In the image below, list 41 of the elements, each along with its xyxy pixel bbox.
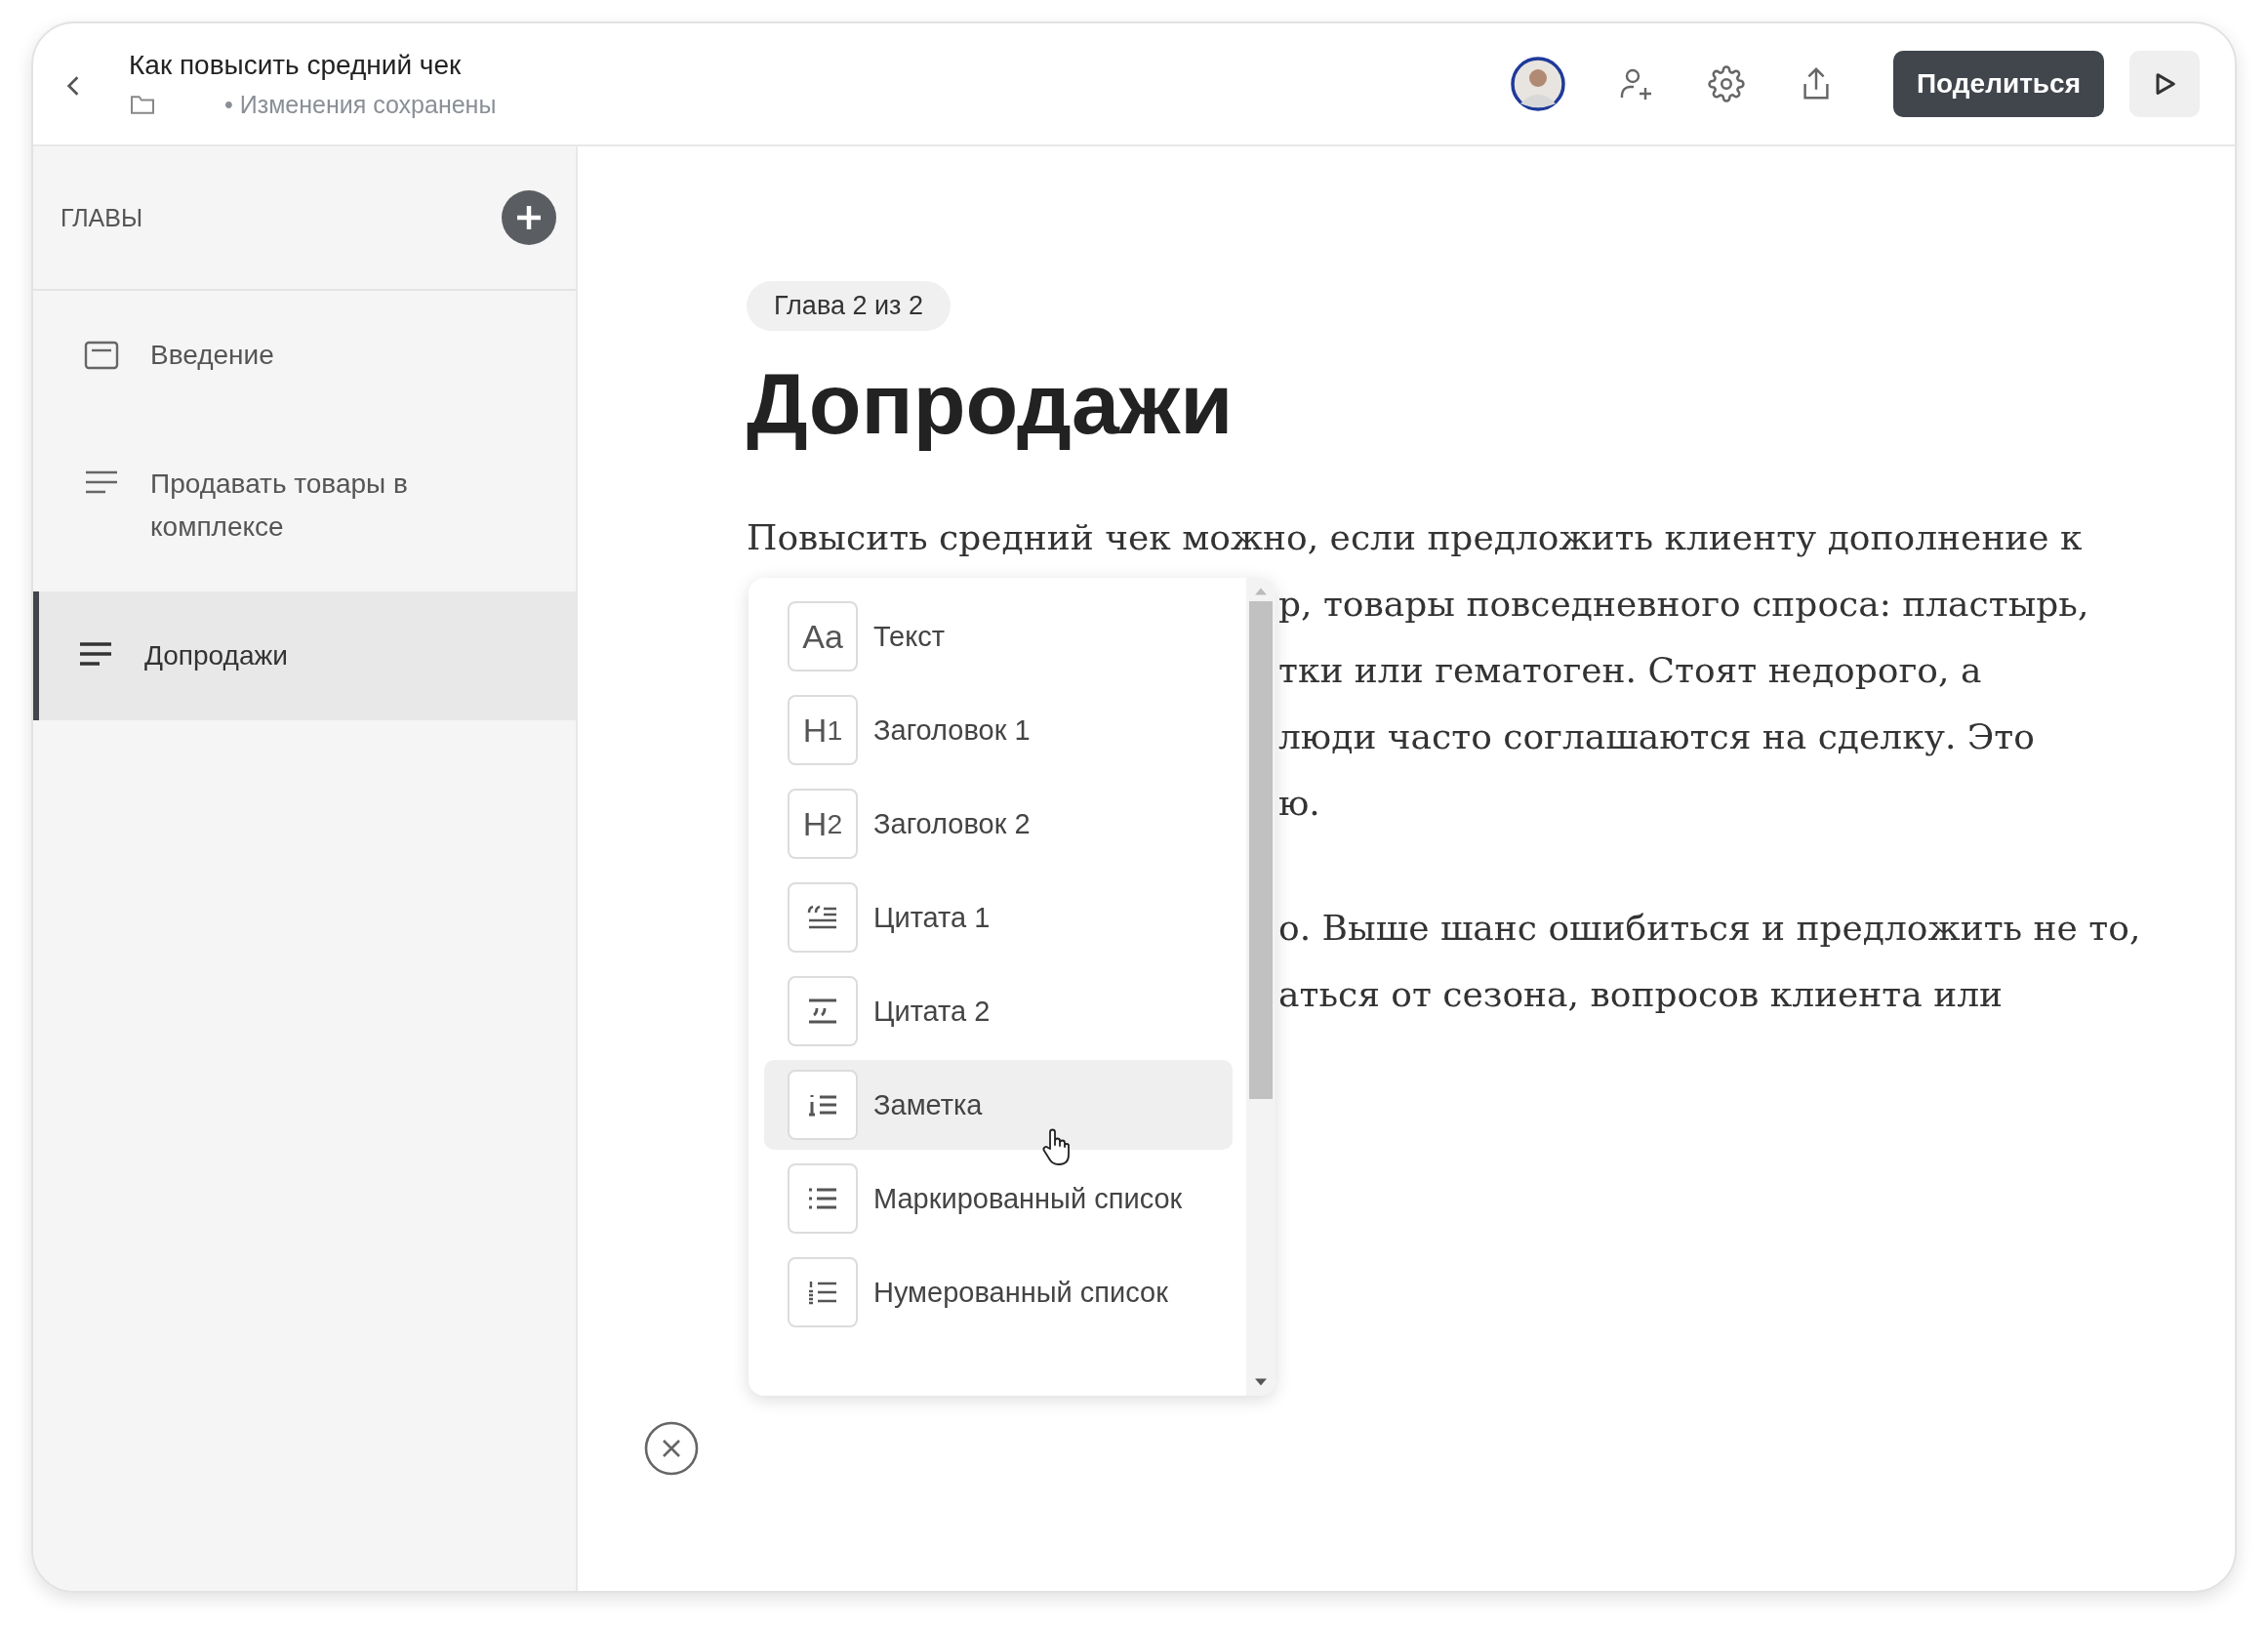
menu-item[interactable]: Aa Текст: [764, 601, 1233, 672]
share-button[interactable]: Поделиться: [1892, 51, 2104, 117]
document-title: Как повысить средний чек: [129, 49, 463, 81]
close-icon[interactable]: [644, 1421, 699, 1476]
bullet-list-icon: [807, 1186, 838, 1211]
quote-icon: [807, 905, 838, 930]
save-status: • Изменения сохранены: [224, 90, 497, 119]
settings-icon[interactable]: [1707, 65, 1745, 102]
paragraph-line: р, товары повседневного спроса: пластырь,: [1278, 583, 2089, 626]
menu-item[interactable]: Цитата 1: [764, 882, 1233, 953]
chapter-badge: Глава 2 из 2: [747, 281, 951, 331]
menu-item[interactable]: Маркированный список: [764, 1163, 1233, 1234]
numbered-list-icon: [807, 1280, 838, 1305]
paragraph-line: люди часто соглашаются на сделку. Это: [1278, 715, 2035, 758]
text-lines-icon: [84, 469, 119, 495]
paragraph-line: тки или гематоген. Стоят недорого, а: [1278, 649, 1982, 692]
paragraph-line: о. Выше шанс ошибиться и предложить не то,: [1278, 907, 2141, 950]
chapters-heading: ГЛАВЫ: [61, 203, 143, 232]
block-type-icon: Aa: [788, 601, 858, 672]
info-list-icon: [807, 1092, 838, 1118]
avatar[interactable]: [1510, 57, 1565, 111]
menu-item[interactable]: Цитата 2: [764, 976, 1233, 1046]
scrollbar[interactable]: [1246, 578, 1276, 1396]
chapter-title: Допродажи: [747, 354, 1235, 454]
chapter-item[interactable]: Допродажи: [33, 591, 576, 720]
hand-cursor-icon: [1041, 1127, 1071, 1166]
paragraph-line: ю.: [1278, 782, 1320, 825]
card-icon: [84, 341, 119, 370]
chapter-item[interactable]: Введение: [33, 291, 576, 420]
menu-item[interactable]: Нумерованный список: [764, 1257, 1233, 1327]
paragraph-line: аться от сезона, вопросов клиента или: [1278, 973, 2003, 1016]
play-button[interactable]: [2129, 51, 2200, 117]
paragraph-line: Повысить средний чек можно, если предложить клиенту дополнение к: [747, 516, 2083, 559]
quote-icon: [807, 998, 838, 1024]
text-lines-icon: [78, 641, 113, 667]
add-chapter-icon[interactable]: [502, 190, 556, 245]
menu-item[interactable]: Заметка: [764, 1060, 1233, 1150]
folder-icon[interactable]: [129, 94, 156, 115]
scroll-down-icon[interactable]: [1255, 1378, 1267, 1386]
chapter-item[interactable]: Продавать товары в комплексе: [33, 420, 576, 591]
back-icon[interactable]: [66, 75, 80, 97]
